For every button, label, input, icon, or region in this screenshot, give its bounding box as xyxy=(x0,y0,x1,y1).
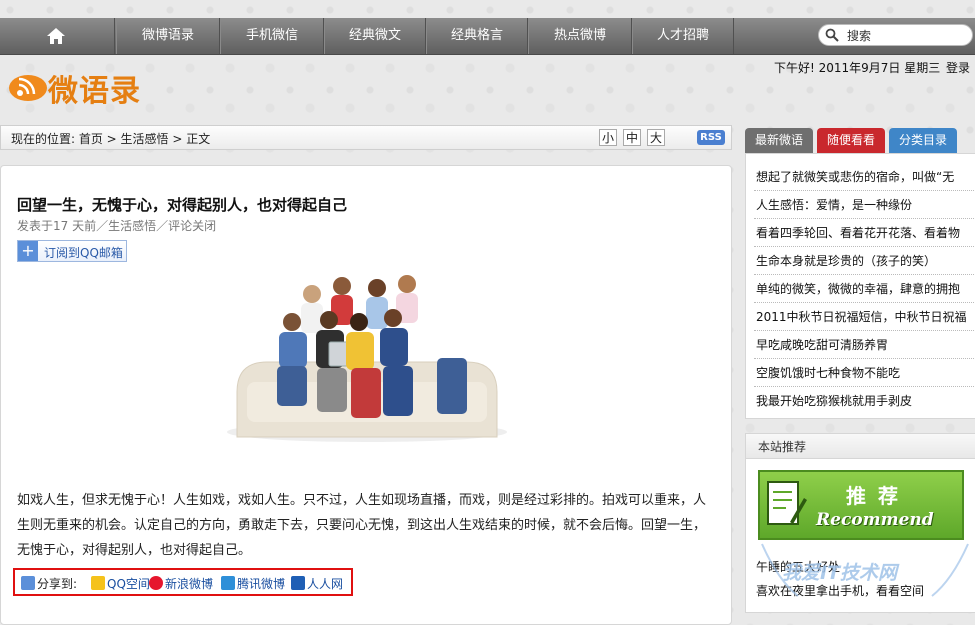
qzone-icon xyxy=(91,576,105,590)
article-title: 回望一生，无愧于心，对得起别人，也对得起自己 xyxy=(17,196,348,214)
divider xyxy=(754,330,975,331)
renren-icon xyxy=(291,576,305,590)
recommend-title: 本站推荐 xyxy=(758,440,807,454)
list-item[interactable]: 2011中秋节日祝福短信，中秋节日祝福 xyxy=(756,308,967,325)
article-body: 如戏人生，但求无愧于心！人生如戏，戏如人生。只不过，人生如现场直播，而戏，则是经… xyxy=(17,493,707,558)
search-icon xyxy=(825,28,839,42)
nav-item-classic-mottos[interactable]: 经典格言 xyxy=(426,18,528,54)
tab-latest[interactable]: 最新微语 xyxy=(745,128,813,153)
share-bar: 分享到: QQ空间 新浪微博 腾讯微博 人人网 xyxy=(13,568,353,596)
nav-item-classic-posts[interactable]: 经典微文 xyxy=(324,18,426,54)
date-greeting: 下午好! 2011年9月7日 星期三 xyxy=(774,61,941,75)
article-meta: 发表于17 天前／生活感悟／评论关闭 xyxy=(17,219,217,233)
sina-weibo-icon xyxy=(149,576,163,590)
nav-item-weibo-quotes[interactable]: 微博语录 xyxy=(116,18,220,54)
search-box[interactable] xyxy=(818,24,973,46)
rss-logo-icon xyxy=(9,75,47,101)
nav-item-jobs[interactable]: 人才招聘 xyxy=(632,18,734,54)
list-item[interactable]: 看着四季轮回、看着花开花落、看着物 xyxy=(756,224,960,241)
divider xyxy=(754,218,975,219)
list-item[interactable]: 空腹饥饿时七种食物不能吃 xyxy=(756,364,900,381)
nav-home[interactable] xyxy=(0,18,115,54)
breadcrumb-bar: 现在的位置: 首页 > 生活感悟 > 正文 小 中 大 RSS xyxy=(0,125,732,150)
nav-item-hot-weibo[interactable]: 热点微博 xyxy=(528,18,632,54)
font-size-large-button[interactable]: 大 xyxy=(647,129,665,146)
list-item[interactable]: 想起了就微笑或悲伤的宿命，叫做“无 xyxy=(756,168,954,185)
latest-posts-list: 想起了就微笑或悲伤的宿命，叫做“无 人生感悟：爱情，是一种缘份 看着四季轮回、看… xyxy=(745,153,975,419)
divider xyxy=(754,274,975,275)
recommend-banner-cn: 推荐 xyxy=(846,484,910,508)
home-icon xyxy=(47,28,65,44)
tab-categories[interactable]: 分类目录 xyxy=(889,128,957,153)
divider xyxy=(754,358,975,359)
subscribe-qqmail-button[interactable]: + 订阅到QQ邮箱 xyxy=(17,240,127,262)
list-item[interactable]: 生命本身就是珍贵的（孩子的笑） xyxy=(756,252,936,269)
share-qzone-link[interactable]: QQ空间 xyxy=(91,575,150,592)
tab-random[interactable]: 随便看看 xyxy=(817,128,885,153)
share-sina-weibo-link[interactable]: 新浪微博 xyxy=(149,575,213,592)
recommend-header: 本站推荐 xyxy=(746,434,975,459)
document-pen-icon xyxy=(767,481,807,525)
divider xyxy=(754,302,975,303)
nav-item-mobile-wechat[interactable]: 手机微信 xyxy=(220,18,324,54)
list-item[interactable]: 人生感悟：爱情，是一种缘份 xyxy=(756,196,912,213)
recommend-banner-en: Recommend xyxy=(816,510,934,530)
watermark: 我爱IT技术网 xyxy=(782,562,898,584)
list-item[interactable]: 早吃咸晚吃甜可清肠养胃 xyxy=(756,336,888,353)
share-label: 分享到: xyxy=(21,575,77,592)
subscribe-label: 订阅到QQ邮箱 xyxy=(44,246,123,260)
share-tencent-weibo-link[interactable]: 腾讯微博 xyxy=(221,575,285,592)
login-link[interactable]: 登录 xyxy=(946,59,970,76)
tencent-weibo-icon xyxy=(221,576,235,590)
divider xyxy=(754,386,975,387)
rss-button[interactable]: RSS xyxy=(697,130,725,145)
list-item[interactable]: 我最开始吃猕猴桃就用手剥皮 xyxy=(756,392,912,409)
article-panel: 回望一生，无愧于心，对得起别人，也对得起自己 发表于17 天前／生活感悟／评论关… xyxy=(0,165,732,625)
share-renren-link[interactable]: 人人网 xyxy=(291,575,343,592)
font-size-small-button[interactable]: 小 xyxy=(599,129,617,146)
breadcrumb: 现在的位置: 首页 > 生活感悟 > 正文 xyxy=(11,132,211,146)
divider xyxy=(754,190,975,191)
search-input[interactable] xyxy=(845,27,969,45)
recommend-banner[interactable]: 推荐 Recommend xyxy=(758,470,964,540)
plus-icon: + xyxy=(18,241,38,261)
divider xyxy=(754,246,975,247)
site-logo[interactable]: 微语录 xyxy=(48,66,141,110)
article-photo xyxy=(217,262,517,454)
user-share-icon xyxy=(21,576,35,590)
list-item[interactable]: 单纯的微笑，微微的幸福，肆意的拥抱 xyxy=(756,280,960,297)
font-size-medium-button[interactable]: 中 xyxy=(623,129,641,146)
